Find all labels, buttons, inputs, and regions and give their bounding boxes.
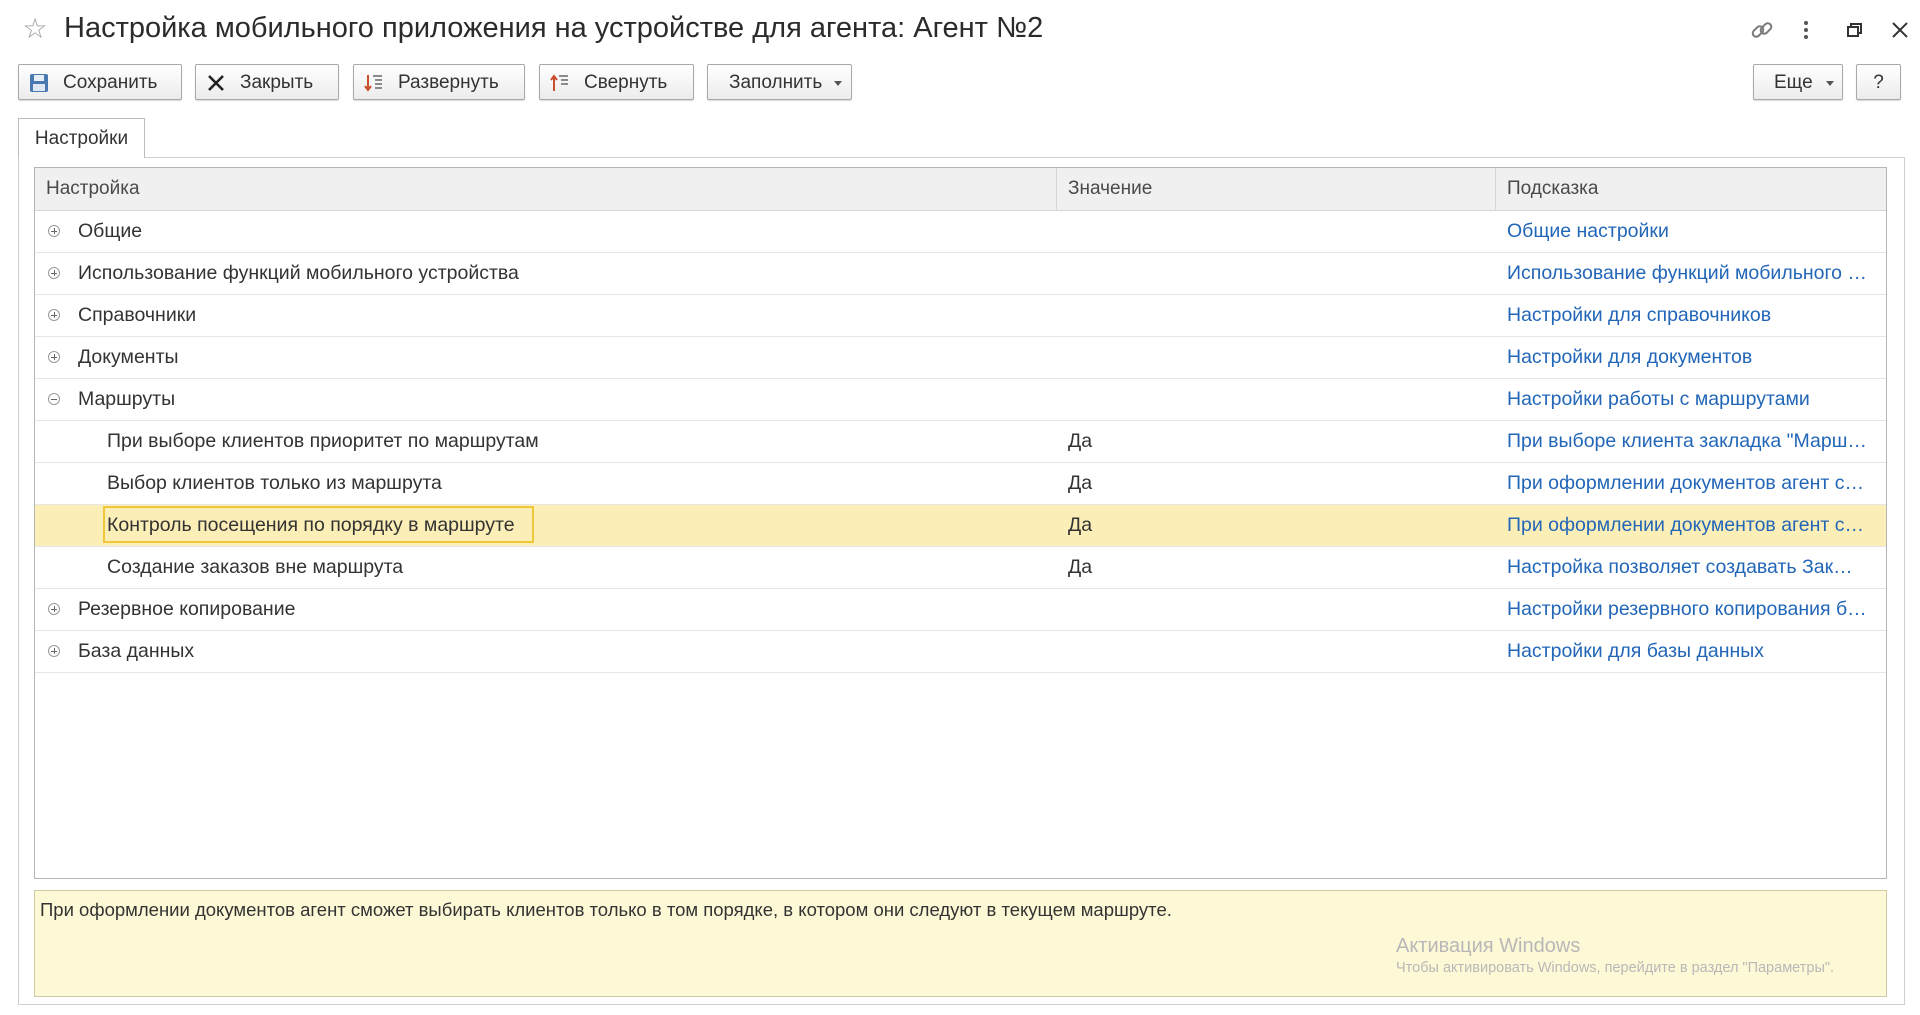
table-header: Настройка Значение Подсказка bbox=[35, 168, 1886, 211]
link-icon[interactable] bbox=[1748, 16, 1776, 44]
help-button-label: ? bbox=[1873, 72, 1884, 93]
table-row[interactable]: Справочники Настройки для справочников bbox=[35, 295, 1886, 337]
value-cell[interactable] bbox=[1068, 631, 1488, 672]
table-row[interactable]: Создание заказов вне маршрута Да Настрой… bbox=[35, 547, 1886, 589]
table-row[interactable]: При выборе клиентов приоритет по маршрут… bbox=[35, 421, 1886, 463]
more-vertical-icon[interactable] bbox=[1792, 16, 1820, 44]
save-icon bbox=[30, 74, 48, 92]
value-cell[interactable]: Да bbox=[1068, 421, 1488, 462]
tab-settings[interactable]: Настройки bbox=[18, 118, 145, 158]
table-row-selected[interactable]: Контроль посещения по порядку в маршруте… bbox=[35, 505, 1886, 547]
fill-button-label: Заполнить bbox=[729, 72, 823, 93]
value-cell[interactable] bbox=[1068, 295, 1488, 336]
table-row[interactable]: База данных Настройки для базы данных bbox=[35, 631, 1886, 673]
setting-cell[interactable]: Контроль посещения по порядку в маршруте bbox=[107, 505, 532, 546]
column-header-hint[interactable]: Подсказка bbox=[1496, 168, 1886, 210]
settings-table[interactable]: Настройка Значение Подсказка Общие Общие… bbox=[34, 167, 1887, 879]
setting-cell: База данных bbox=[78, 640, 195, 662]
expand-plus-icon[interactable] bbox=[48, 225, 60, 237]
hint-cell[interactable]: Настройки для базы данных bbox=[1507, 631, 1877, 672]
expand-plus-icon[interactable] bbox=[48, 351, 60, 363]
close-x-icon bbox=[208, 75, 224, 91]
more-dropdown-button[interactable]: Еще bbox=[1753, 64, 1843, 100]
setting-cell: При выборе клиентов приоритет по маршрут… bbox=[107, 430, 539, 452]
setting-cell: Использование функций мобильного устройс… bbox=[78, 262, 519, 284]
expand-plus-icon[interactable] bbox=[48, 267, 60, 279]
table-row[interactable]: Общие Общие настройки bbox=[35, 211, 1886, 253]
table-row[interactable]: Выбор клиентов только из маршрута Да При… bbox=[35, 463, 1886, 505]
hint-cell[interactable]: При выборе клиента закладка "Марш… bbox=[1507, 421, 1877, 462]
watermark-title: Активация Windows bbox=[1396, 935, 1581, 957]
close-button[interactable]: Закрыть bbox=[195, 64, 339, 100]
hint-cell[interactable]: Настройки для документов bbox=[1507, 337, 1877, 378]
description-text: При оформлении документов агент сможет в… bbox=[40, 899, 1172, 920]
expand-plus-icon[interactable] bbox=[48, 603, 60, 615]
setting-cell: Резервное копирование bbox=[78, 598, 296, 620]
column-header-value[interactable]: Значение bbox=[1057, 168, 1495, 210]
hint-cell[interactable]: Настройка позволяет создавать Зак… bbox=[1507, 547, 1877, 588]
table-row[interactable]: Использование функций мобильного устройс… bbox=[35, 253, 1886, 295]
value-cell[interactable] bbox=[1068, 211, 1488, 252]
value-cell[interactable] bbox=[1068, 379, 1488, 420]
setting-cell: Документы bbox=[78, 346, 179, 368]
expand-button-label: Развернуть bbox=[398, 72, 499, 93]
collapse-button[interactable]: Свернуть bbox=[539, 64, 694, 100]
collapse-icon bbox=[550, 74, 568, 91]
value-cell[interactable] bbox=[1068, 589, 1488, 630]
page-title: Настройка мобильного приложения на устро… bbox=[64, 12, 1044, 44]
title-bar: ☆ Настройка мобильного приложения на уст… bbox=[0, 0, 1920, 58]
setting-cell: Маршруты bbox=[78, 388, 176, 410]
collapse-button-label: Свернуть bbox=[584, 72, 668, 93]
hint-cell[interactable]: Настройки резервного копирования б… bbox=[1507, 589, 1877, 630]
chevron-down-icon bbox=[1826, 81, 1834, 86]
close-icon[interactable] bbox=[1886, 16, 1914, 44]
watermark-subtitle: Чтобы активировать Windows, перейдите в … bbox=[1396, 960, 1835, 976]
value-cell[interactable]: Да bbox=[1068, 505, 1488, 546]
save-button[interactable]: Сохранить bbox=[18, 64, 182, 100]
table-row[interactable]: Резервное копирование Настройки резервно… bbox=[35, 589, 1886, 631]
hint-cell[interactable]: Общие настройки bbox=[1507, 211, 1877, 252]
expand-plus-icon[interactable] bbox=[48, 645, 60, 657]
value-cell[interactable]: Да bbox=[1068, 547, 1488, 588]
hint-cell[interactable]: Настройки для справочников bbox=[1507, 295, 1877, 336]
hint-cell[interactable]: Использование функций мобильного … bbox=[1507, 253, 1877, 294]
table-row[interactable]: Документы Настройки для документов bbox=[35, 337, 1886, 379]
setting-cell: Общие bbox=[78, 220, 143, 242]
fill-dropdown-button[interactable]: Заполнить bbox=[707, 64, 852, 100]
star-icon[interactable]: ☆ bbox=[20, 14, 50, 44]
setting-cell: Создание заказов вне маршрута bbox=[107, 556, 404, 578]
setting-cell: Справочники bbox=[78, 304, 197, 326]
description-panel: При оформлении документов агент сможет в… bbox=[34, 890, 1887, 997]
close-button-label: Закрыть bbox=[240, 72, 314, 93]
hint-cell[interactable]: При оформлении документов агент с… bbox=[1507, 463, 1877, 504]
table-row[interactable]: Маршруты Настройки работы с маршрутами bbox=[35, 379, 1886, 421]
column-header-setting[interactable]: Настройка bbox=[35, 168, 1056, 210]
chevron-down-icon bbox=[834, 81, 842, 86]
value-cell[interactable] bbox=[1068, 337, 1488, 378]
restore-icon[interactable] bbox=[1840, 16, 1868, 44]
help-button[interactable]: ? bbox=[1856, 64, 1901, 100]
expand-plus-icon[interactable] bbox=[48, 309, 60, 321]
expand-icon bbox=[364, 75, 382, 92]
setting-cell: Выбор клиентов только из маршрута bbox=[107, 472, 442, 494]
save-button-label: Сохранить bbox=[63, 72, 158, 93]
hint-cell[interactable]: При оформлении документов агент с… bbox=[1507, 505, 1877, 546]
value-cell[interactable]: Да bbox=[1068, 463, 1488, 504]
collapse-minus-icon[interactable] bbox=[48, 393, 60, 405]
hint-cell[interactable]: Настройки работы с маршрутами bbox=[1507, 379, 1877, 420]
expand-button[interactable]: Развернуть bbox=[353, 64, 525, 100]
value-cell[interactable] bbox=[1068, 253, 1488, 294]
more-button-label: Еще bbox=[1774, 72, 1813, 93]
